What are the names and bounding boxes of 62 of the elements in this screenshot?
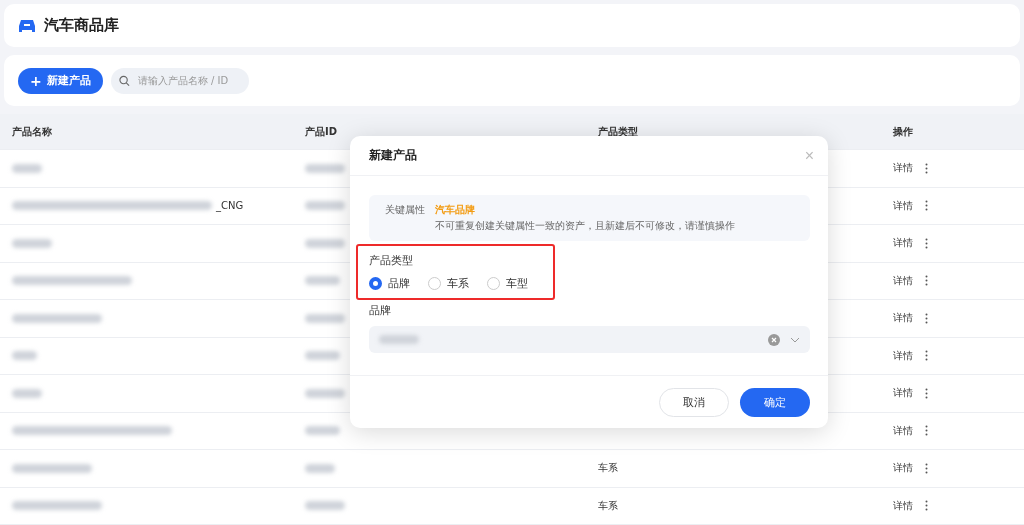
redacted-text (305, 163, 345, 173)
more-icon[interactable] (925, 162, 928, 174)
radio-button[interactable] (369, 277, 382, 290)
details-link[interactable]: 详情 (893, 273, 913, 288)
details-link[interactable]: 详情 (893, 348, 913, 363)
redacted-text (305, 501, 345, 511)
more-icon[interactable] (925, 387, 928, 399)
more-icon[interactable] (925, 462, 928, 474)
field-label: 产品类型 (369, 253, 414, 268)
redacted-text (305, 463, 335, 473)
more-icon[interactable] (925, 275, 928, 287)
radio-option[interactable]: 车系 (428, 276, 469, 291)
table-cell: 车系 (598, 498, 618, 513)
notice-value: 汽车品牌 (435, 203, 476, 217)
more-icon[interactable] (925, 500, 928, 512)
column-header: 产品名称 (12, 124, 53, 139)
search-icon (118, 74, 130, 87)
table-cell: _CNG (216, 200, 244, 212)
more-icon[interactable] (925, 350, 928, 362)
redacted-text (305, 238, 345, 248)
details-link[interactable]: 详情 (893, 423, 913, 438)
radio-option[interactable]: 车型 (487, 276, 528, 291)
redacted-text (12, 388, 42, 398)
column-header: 操作 (893, 124, 914, 139)
radio-option[interactable]: 品牌 (369, 276, 410, 291)
redacted-text (12, 238, 52, 248)
details-link[interactable]: 详情 (893, 498, 913, 513)
redacted-text (379, 335, 419, 344)
more-icon[interactable] (925, 200, 928, 212)
car-icon (18, 17, 36, 34)
clear-icon[interactable] (768, 333, 780, 346)
redacted-text (12, 351, 37, 361)
details-link[interactable]: 详情 (893, 461, 913, 476)
redacted-text (12, 163, 42, 173)
redacted-text (305, 276, 340, 286)
cancel-button[interactable]: 取消 (659, 387, 729, 417)
redacted-text (305, 351, 340, 361)
more-icon[interactable] (925, 237, 928, 249)
more-icon[interactable] (925, 312, 928, 324)
notice-text: 不可重复创建关键属性一致的资产，且新建后不可修改，请谨慎操作 (435, 219, 736, 233)
redacted-text (305, 388, 345, 398)
details-link[interactable]: 详情 (893, 236, 913, 251)
new-product-button[interactable]: + 新建产品 (18, 67, 103, 94)
table-cell: 车系 (598, 461, 618, 476)
redacted-text (305, 426, 340, 436)
confirm-button[interactable]: 确定 (740, 387, 810, 417)
redacted-text (305, 313, 345, 323)
column-header: 产品ID (305, 124, 339, 139)
details-link[interactable]: 详情 (893, 198, 913, 213)
details-link[interactable]: 详情 (893, 386, 913, 401)
search-input[interactable]: 请输入产品名称 / ID (135, 74, 241, 88)
notice-label: 关键属性 (385, 203, 425, 217)
more-icon[interactable] (925, 425, 928, 437)
search-field[interactable]: 请输入产品名称 / ID (110, 67, 249, 94)
column-header: 产品类型 (598, 124, 639, 139)
details-link[interactable]: 详情 (893, 311, 913, 326)
page-title: 汽车商品库 (44, 16, 119, 36)
redacted-text (305, 201, 345, 211)
details-link[interactable]: 详情 (893, 161, 913, 176)
chevron-down-icon (790, 336, 800, 343)
field-label: 品牌 (369, 303, 392, 318)
dialog-title: 新建产品 (369, 147, 417, 164)
